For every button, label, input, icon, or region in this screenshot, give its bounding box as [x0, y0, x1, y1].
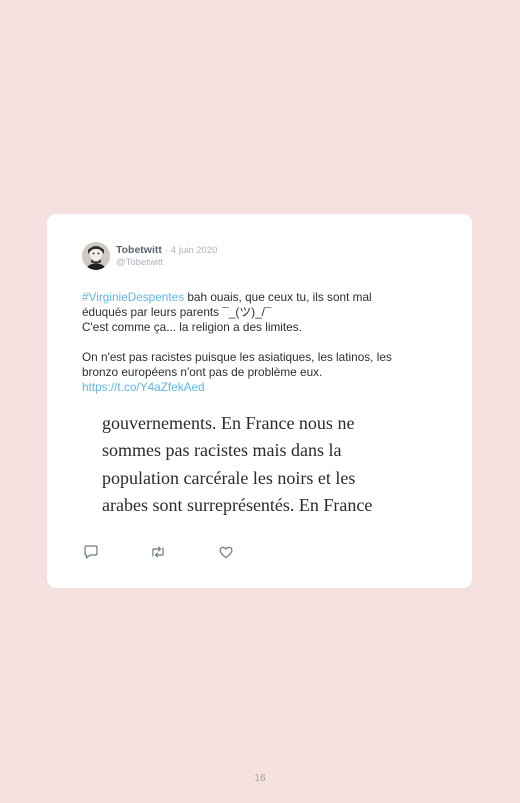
avatar-portrait-icon — [82, 242, 110, 270]
tweet-card: Tobetwitt · 4 juin 2020 @Tobetwitt #Virg… — [47, 214, 472, 588]
quote-line: sommes pas racistes mais dans la — [102, 440, 342, 461]
tweet-line: On n'est pas racistes puisque les asiati… — [82, 350, 392, 364]
tweet-date[interactable]: 4 juin 2020 — [171, 245, 217, 256]
tweet-body: #VirginieDespentes bah ouais, que ceux t… — [82, 290, 442, 395]
hashtag-link[interactable]: #VirginieDespentes — [82, 290, 184, 304]
tweet-line: #VirginieDespentes bah ouais, que ceux t… — [82, 290, 442, 305]
quote-line: arabes sont surreprésentés. En France — [102, 494, 373, 515]
tweet-line-text: bah ouais, que ceux tu, ils sont mal — [184, 290, 372, 304]
page-number: 16 — [254, 773, 266, 784]
author-line: Tobetwitt · 4 juin 2020 — [116, 244, 217, 256]
tweet-line: éduqués par leurs parents ¯_(ツ)_/¯ — [82, 305, 272, 319]
avatar[interactable] — [82, 242, 110, 270]
tweet-actions — [83, 544, 283, 560]
reply-icon[interactable] — [83, 544, 99, 560]
quoted-image-text: gouvernements. En France nous ne sommes … — [102, 410, 442, 519]
quote-line: population carcérale les noirs et les — [102, 467, 356, 488]
author-name[interactable]: Tobetwitt — [116, 244, 162, 256]
retweet-icon[interactable] — [150, 544, 166, 560]
tweet-url-link[interactable]: https://t.co/Y4aZfekAed — [82, 380, 205, 394]
separator-dot: · — [164, 245, 168, 256]
heart-icon[interactable] — [218, 544, 234, 560]
tweet-line: bronzo européens n'ont pas de problème e… — [82, 365, 323, 379]
author-handle[interactable]: @Tobetwitt — [116, 257, 163, 268]
quote-line: gouvernements. En France nous ne — [102, 413, 355, 433]
tweet-line: C'est comme ça... la religion a des limi… — [82, 320, 302, 334]
